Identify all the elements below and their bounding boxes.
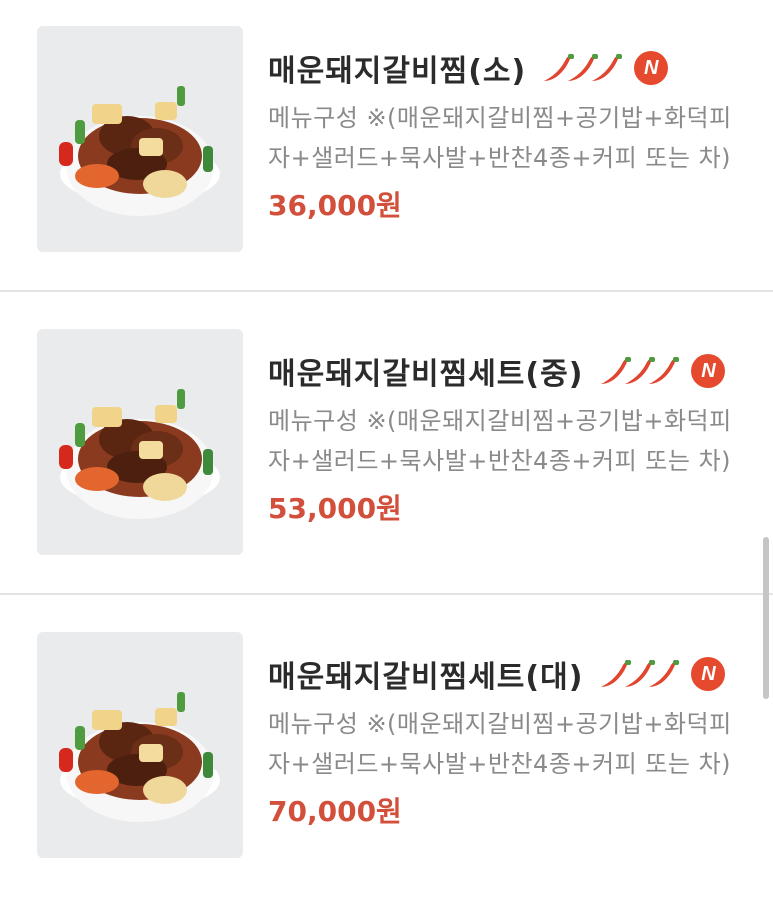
menu-price: 53,000원 bbox=[268, 492, 402, 525]
braised-pork-ribs-image bbox=[59, 86, 220, 216]
scrollbar-thumb[interactable] bbox=[763, 537, 769, 699]
menu-price: 70,000원 bbox=[268, 795, 402, 828]
menu-description: 메뉴구성 ※(매운돼지갈비찜+공기밥+화덕피자+샐러드+묵사발+반찬4종+커피 … bbox=[268, 710, 732, 778]
menu-info: 매운돼지갈비찜(소) N 메뉴구성 ※(매운돼지갈비찜+공기밥+화덕피자+샐러드… bbox=[268, 46, 743, 224]
menu-title: 매운돼지갈비찜세트(중) bbox=[268, 357, 584, 392]
braised-pork-ribs-image bbox=[59, 389, 220, 519]
dish-image[interactable] bbox=[37, 632, 243, 858]
dish-image[interactable] bbox=[37, 26, 243, 252]
chili-pepper-icon bbox=[597, 657, 683, 691]
menu-item[interactable]: 매운돼지갈비찜세트(중) N 메뉴구성 ※(매운돼지갈비찜+공기밥+화덕피자+샐… bbox=[0, 302, 773, 604]
menu-item[interactable]: 매운돼지갈비찜(소) N 메뉴구성 ※(매운돼지갈비찜+공기밥+화덕피자+샐러드… bbox=[0, 0, 773, 302]
new-badge-icon: N bbox=[691, 354, 726, 388]
menu-title: 매운돼지갈비찜세트(대) bbox=[268, 660, 584, 695]
menu-info: 매운돼지갈비찜세트(대) N 메뉴구성 ※(매운돼지갈비찜+공기밥+화덕피자+샐… bbox=[268, 652, 743, 830]
menu-description: 메뉴구성 ※(매운돼지갈비찜+공기밥+화덕피자+샐러드+묵사발+반찬4종+커피 … bbox=[268, 104, 732, 172]
new-badge-icon: N bbox=[634, 51, 669, 85]
menu-item[interactable]: 매운돼지갈비찜세트(대) N 메뉴구성 ※(매운돼지갈비찜+공기밥+화덕피자+샐… bbox=[0, 605, 773, 904]
title-row: 매운돼지갈비찜(소) N bbox=[268, 46, 743, 90]
chili-pepper-icon bbox=[540, 51, 626, 85]
divider bbox=[0, 593, 773, 595]
title-row: 매운돼지갈비찜세트(대) N bbox=[268, 652, 743, 696]
new-badge-icon: N bbox=[691, 657, 726, 691]
menu-info: 매운돼지갈비찜세트(중) N 메뉴구성 ※(매운돼지갈비찜+공기밥+화덕피자+샐… bbox=[268, 349, 743, 527]
menu-price: 36,000원 bbox=[268, 189, 402, 222]
menu-description: 메뉴구성 ※(매운돼지갈비찜+공기밥+화덕피자+샐러드+묵사발+반찬4종+커피 … bbox=[268, 407, 732, 475]
braised-pork-ribs-image bbox=[59, 692, 220, 822]
dish-image[interactable] bbox=[37, 329, 243, 555]
menu-list: 매운돼지갈비찜(소) N 메뉴구성 ※(매운돼지갈비찜+공기밥+화덕피자+샐러드… bbox=[0, 0, 773, 904]
menu-title: 매운돼지갈비찜(소) bbox=[268, 54, 527, 89]
divider bbox=[0, 290, 773, 292]
title-row: 매운돼지갈비찜세트(중) N bbox=[268, 349, 743, 393]
chili-pepper-icon bbox=[597, 354, 683, 388]
